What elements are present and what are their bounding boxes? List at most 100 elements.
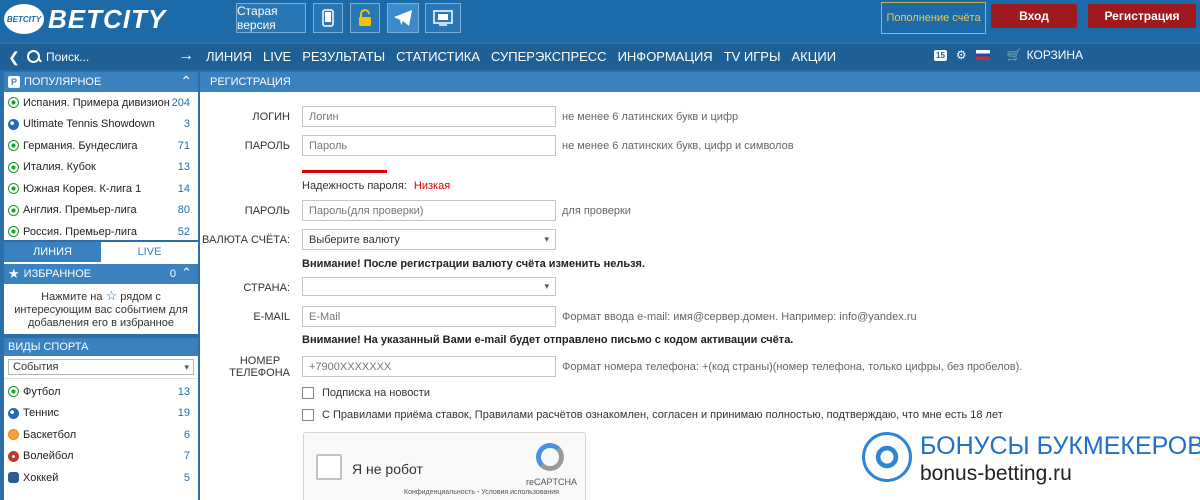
font-size-badge[interactable]: 15 [934, 49, 947, 61]
phone-field[interactable]: +7900XXXXXXX [302, 356, 556, 377]
soccer-ball-icon [862, 432, 912, 482]
sport-name: Волейбол [23, 450, 74, 463]
list-item[interactable]: Германия. Бундеслига 71 [4, 135, 198, 157]
nav-item-promotions[interactable]: АКЦИИ [791, 49, 836, 64]
league-name: Ultimate Tennis Showdown [23, 118, 155, 131]
hockey-icon [8, 472, 19, 484]
tab-line[interactable]: ЛИНИЯ [4, 242, 101, 262]
watermark-url: bonus-betting.ru [920, 462, 1072, 485]
favorites-hint-start: Нажмите на [41, 290, 103, 303]
search-icon [26, 49, 42, 65]
nav-item-results[interactable]: РЕЗУЛЬТАТЫ [302, 49, 385, 64]
betcity-logo[interactable]: BETCITY BETCITY [4, 2, 230, 36]
currency-select[interactable]: Выберите валюту [302, 229, 556, 250]
topup-button[interactable]: Пополнение счёта [881, 2, 986, 34]
event-count: 14 [177, 182, 190, 195]
sports-list: Футбол 13 Теннис 19 Баскетбол 6 Волейбол 7 Х… [4, 378, 198, 489]
nav-item-info[interactable]: ИНФОРМАЦИЯ [618, 49, 713, 64]
recaptcha-links[interactable]: Конфиденциальность - Условия использован… [404, 489, 559, 496]
list-item[interactable]: Испания. Примера дивизион 204 [4, 92, 198, 114]
event-count: 13 [177, 385, 190, 398]
nav-menu: ЛИНИЯ LIVE РЕЗУЛЬТАТЫ СТАТИСТИКА СУПЕРЭК… [206, 49, 836, 64]
list-item[interactable]: Россия. Премьер-лига 52 [4, 221, 198, 240]
gear-icon[interactable]: ⚙ [956, 48, 967, 62]
arrow-right-icon[interactable]: → [178, 47, 194, 65]
tennis-icon [8, 407, 19, 419]
league-name: Южная Корея. К-лига 1 [23, 182, 142, 195]
football-icon [8, 140, 19, 152]
event-count: 80 [177, 204, 190, 217]
nav-tools: 15 ⚙ 🛒 КОРЗИНА [934, 48, 1083, 62]
events-select[interactable]: События [8, 359, 194, 375]
event-count: 3 [183, 118, 190, 131]
register-button[interactable]: Регистрация [1088, 4, 1196, 28]
event-count: 52 [177, 225, 190, 238]
email-hint: Формат ввода e-mail: имя@сервер.домен. Н… [562, 311, 917, 323]
list-item[interactable]: Южная Корея. К-лига 1 14 [4, 178, 198, 200]
login-button[interactable]: Вход [991, 4, 1077, 28]
newsletter-checkbox[interactable]: Подписка на новости [302, 387, 430, 399]
tab-live[interactable]: LIVE [101, 242, 198, 262]
logo-wordmark: BETCITY [48, 3, 167, 34]
telegram-icon[interactable] [387, 3, 419, 33]
sport-name: Теннис [23, 407, 60, 420]
nav-item-superexpress[interactable]: СУПЕРЭКСПРЕСС [491, 49, 607, 64]
password-confirm-hint: для проверки [562, 205, 631, 217]
rules-label: С Правилами приёма ставок, Правилами рас… [322, 409, 1003, 421]
phone-hint: Формат номера телефона: +(код страны)(но… [562, 361, 1023, 373]
main-nav: ❮ Поиск... → ЛИНИЯ LIVE РЕЗУЛЬТАТЫ СТАТИ… [0, 44, 1200, 70]
search-input[interactable]: Поиск... → [26, 46, 198, 68]
password-field[interactable]: Пароль [302, 135, 556, 156]
login-hint: не менее 6 латинских букв и цифр [562, 111, 739, 123]
phone-label: НОМЕР ТЕЛЕФОНА [200, 355, 290, 379]
rules-checkbox[interactable]: С Правилами приёма ставок, Правилами рас… [302, 409, 1003, 421]
cart-button[interactable]: 🛒 КОРЗИНА [1007, 48, 1083, 62]
sidebar-item-hockey[interactable]: Хоккей 5 [4, 467, 198, 489]
sidebar-item-football[interactable]: Футбол 13 [4, 381, 198, 403]
sidebar-item-basketball[interactable]: Баскетбол 6 [4, 424, 198, 446]
nav-item-tv-games[interactable]: TV ИГРЫ [724, 49, 781, 64]
recaptcha-widget: Я не робот reCAPTCHA Конфиденциальность … [303, 432, 586, 500]
star-icon: ★ [8, 266, 20, 281]
list-item[interactable]: Ultimate Tennis Showdown 3 [4, 114, 198, 136]
league-name: Испания. Примера дивизион [23, 96, 170, 109]
sidebar-item-tennis[interactable]: Теннис 19 [4, 403, 198, 425]
favorites-title: ИЗБРАННОЕ [23, 268, 92, 280]
mobile-icon[interactable] [313, 3, 343, 33]
sidebar-item-volleyball[interactable]: Волейбол 7 [4, 446, 198, 468]
football-icon [8, 226, 19, 238]
popular-header[interactable]: P ПОПУЛЯРНОЕ ⌃ [4, 72, 198, 92]
old-version-button[interactable]: Старая версия [236, 3, 306, 33]
nav-item-statistics[interactable]: СТАТИСТИКА [396, 49, 480, 64]
chevron-up-icon[interactable]: ⌃ [180, 73, 192, 90]
login-field[interactable]: Логин [302, 106, 556, 127]
favorites-header[interactable]: ★ ИЗБРАННОЕ 0 ⌃ [4, 264, 198, 284]
event-count: 5 [183, 471, 190, 484]
event-count: 7 [183, 450, 190, 463]
logo-ball-icon: BETCITY [4, 4, 44, 34]
football-icon [8, 97, 19, 109]
checkbox-box[interactable] [302, 387, 314, 399]
recaptcha-label: Я не робот [352, 461, 423, 477]
list-item[interactable]: Италия. Кубок 13 [4, 157, 198, 179]
chevron-up-icon[interactable]: ⌃ [181, 265, 192, 281]
cart-icon: 🛒 [1006, 48, 1022, 62]
email-field[interactable]: E-Mail [302, 306, 556, 327]
cart-label: КОРЗИНА [1026, 48, 1084, 62]
country-select[interactable] [302, 277, 556, 296]
tv-icon[interactable] [425, 3, 461, 33]
russia-flag-icon[interactable] [975, 50, 990, 60]
event-count: 19 [177, 407, 190, 420]
checkbox-box[interactable] [302, 409, 314, 421]
nav-item-live[interactable]: LIVE [263, 49, 291, 64]
password-confirm-field[interactable]: Пароль(для проверки) [302, 200, 556, 221]
list-item[interactable]: Англия. Премьер-лига 80 [4, 200, 198, 222]
lock-icon[interactable] [350, 3, 380, 33]
page-title: РЕГИСТРАЦИЯ [200, 72, 1200, 92]
football-icon [8, 161, 19, 173]
currency-label: ВАЛЮТА СЧЁТА: [201, 234, 290, 246]
chevron-left-icon[interactable]: ❮ [4, 47, 24, 67]
nav-item-line[interactable]: ЛИНИЯ [206, 49, 252, 64]
phone-label-line1: НОМЕР [239, 355, 281, 367]
recaptcha-checkbox[interactable] [316, 454, 342, 480]
